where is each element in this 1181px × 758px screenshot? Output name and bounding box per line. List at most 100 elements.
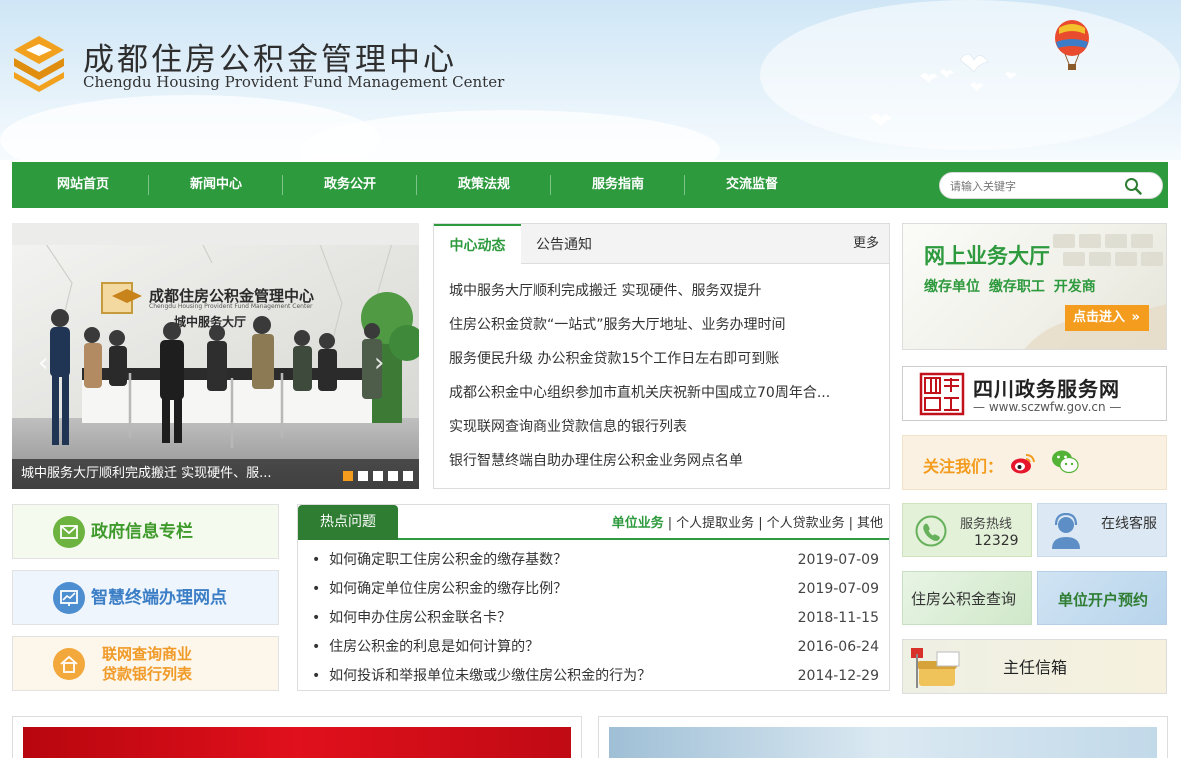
nav-home[interactable]: 网站首页 [16,162,150,208]
slider-dot[interactable] [343,471,353,481]
slider-dot[interactable] [358,471,368,481]
bank-loan-query-line1: 联网查询商业 [102,645,193,663]
news-item[interactable]: 住房公积金贷款“一站式”服务大厅地址、业务办理时间 [449,314,869,348]
house-icon [53,648,85,680]
hot-questions-panel: 热点问题 单位业务 | 个人提取业务 | 个人贷款业务 | 其他 • 如何确定职工住房公积金… [297,504,890,691]
sichuan-gov-title: 四川政务服务网 [973,377,1120,401]
weibo-icon[interactable] [1010,451,1036,475]
category-personal-withdrawal[interactable]: 个人提取业务 [676,516,754,531]
bottom-left-banner[interactable] [12,716,582,758]
business-hall-categories: 缴存单位 缴存职工 开发商 [924,276,1096,296]
hot-air-balloon-icon [1055,20,1089,70]
birds-decoration [870,53,1017,126]
question-title: 如何申办住房公积金联名卡？ [329,610,512,626]
site-subtitle: Chengdu Housing Provident Fund Managemen… [83,73,505,91]
site-header: 成都住房公积金管理中心 Chengdu Housing Provident Fu… [0,0,1181,160]
nav-policies[interactable]: 政策法规 [417,162,551,208]
slider-people-illustration [50,309,382,448]
news-more-link[interactable]: 更多 [853,224,879,264]
slider-dot[interactable] [373,471,383,481]
bottom-right-banner[interactable] [598,716,1168,758]
nav-communication[interactable]: 交流监督 [685,162,819,208]
hot-categories: 单位业务 | 个人提取业务 | 个人贷款业务 | 其他 [612,505,883,542]
smart-terminal-button[interactable]: 智慧终端办理网点 [12,570,279,625]
nav-service-guide[interactable]: 服务指南 [551,162,685,208]
news-item[interactable]: 服务便民升级 办公积金贷款15个工作日左右即可到账 [449,348,869,382]
phone-icon [915,515,947,547]
question-text: • 住房公积金的利息是如何计算的？ [312,633,539,662]
director-mailbox[interactable]: 主任信箱 [902,639,1167,694]
category-other[interactable]: 其他 [857,516,883,531]
question-text: • 如何申办住房公积金联名卡？ [312,604,511,633]
tab-hot-questions[interactable]: 热点问题 [298,505,398,540]
bullet-icon: • [312,639,330,655]
question-date: 2019-07-09 [797,552,879,568]
follow-us-bar: 关注我们： [902,435,1167,490]
online-business-hall-banner[interactable]: 网上业务大厅 缴存单位 缴存职工 开发商 点击进入 » [902,223,1167,350]
sichuan-gov-url: — www.sczwfw.gov.cn — [973,400,1122,414]
hot-questions-list: • 如何确定职工住房公积金的缴存基数？ 2019-07-09 • 如何确定单位住… [312,546,882,691]
slider-dot[interactable] [388,471,398,481]
question-date: 2018-11-15 [797,610,879,626]
hotline-label: 服务热线 [960,517,1013,532]
news-list: 城中服务大厅顺利完成搬迁 实现硬件、服务双提升 住房公积金贷款“一站式”服务大厅… [449,280,869,484]
monitor-chart-icon [53,582,85,614]
search-box [939,172,1163,199]
hot-question-row[interactable]: • 如何确定单位住房公积金的缴存比例？ 2019-07-09 [312,575,882,604]
search-input[interactable] [950,177,1110,195]
slider-dots [343,471,413,481]
main-nav: 网站首页 新闻中心 政务公开 政策法规 服务指南 交流监督 [12,162,1168,208]
enter-button[interactable]: 点击进入 » [1065,305,1149,331]
tab-center-news[interactable]: 中心动态 [434,224,521,265]
hot-question-row[interactable]: • 如何投诉和举报单位未缴或少缴住房公积金的行为？ 2014-12-29 [312,662,882,691]
news-item[interactable]: 成都公积金中心组织参加市直机关庆祝新中国成立70周年合... [449,382,869,416]
category-depositing-employee[interactable]: 缴存职工 [989,279,1045,295]
news-slider[interactable]: 成都住房公积金管理中心 Chengdu Housing Provident Fu… [12,223,419,489]
bank-loan-query-label: 联网查询商业 贷款银行列表 [102,644,192,684]
category-personal-loan[interactable]: 个人贷款业务 [767,516,845,531]
service-hotline[interactable]: 服务热线 12329 [902,503,1032,557]
unit-account-appointment[interactable]: 单位开户预约 [1037,571,1167,625]
news-item[interactable]: 城中服务大厅顺利完成搬迁 实现硬件、服务双提升 [449,280,869,314]
slider-dot[interactable] [403,471,413,481]
online-customer-service[interactable]: 在线客服 [1037,503,1167,557]
category-depositing-unit[interactable]: 缴存单位 [924,279,980,295]
hot-question-row[interactable]: • 如何确定职工住房公积金的缴存基数？ 2019-07-09 [312,546,882,575]
hot-question-row[interactable]: • 住房公积金的利息是如何计算的？ 2016-06-24 [312,633,882,662]
gov-info-column-button[interactable]: 政府信息专栏 [12,504,279,559]
cloud-decoration [300,110,720,160]
search-icon[interactable] [1124,177,1142,195]
bank-loan-query-line2: 贷款银行列表 [102,665,193,683]
hot-question-row[interactable]: • 如何申办住房公积金联名卡？ 2018-11-15 [312,604,882,633]
bullet-icon: • [312,581,330,597]
news-item[interactable]: 实现联网查询商业贷款信息的银行列表 [449,416,869,450]
sichuan-gov-service-link[interactable]: 四川政务服务网 — www.sczwfw.gov.cn — [902,366,1167,421]
business-hall-title: 网上业务大厅 [924,244,1050,268]
housing-fund-query[interactable]: 住房公积金查询 [902,571,1032,625]
bank-loan-query-button[interactable]: 联网查询商业 贷款银行列表 [12,636,279,691]
housing-fund-logo-icon[interactable] [12,34,66,92]
bullet-icon: • [312,610,330,626]
category-developer[interactable]: 开发商 [1054,279,1096,295]
tab-announcements[interactable]: 公告通知 [536,224,592,265]
bullet-icon: • [312,552,330,568]
smart-terminal-label: 智慧终端办理网点 [91,588,227,608]
nav-news[interactable]: 新闻中心 [149,162,283,208]
question-text: • 如何投诉和举报单位未缴或少缴住房公积金的行为？ [312,662,651,691]
hot-questions-header: 热点问题 单位业务 | 个人提取业务 | 个人贷款业务 | 其他 [298,505,889,540]
slider-prev-arrow[interactable]: ‹ [38,348,48,378]
hotline-number: 12329 [974,533,1019,549]
news-item[interactable]: 银行智慧终端自助办理住房公积金业务网点名单 [449,450,869,484]
question-title: 如何确定职工住房公积金的缴存基数？ [329,552,568,568]
category-divider: | [848,516,853,531]
question-text: • 如何确定职工住房公积金的缴存基数？ [312,546,567,575]
question-date: 2019-07-09 [797,581,879,597]
enter-button-label: 点击进入 [1073,310,1126,325]
category-divider: | [758,516,763,531]
category-unit-business[interactable]: 单位业务 [612,516,664,531]
red-banner-image [23,727,571,758]
category-divider: | [667,516,673,531]
wechat-icon[interactable] [1051,449,1079,475]
slider-next-arrow[interactable]: › [374,348,384,378]
nav-government-affairs[interactable]: 政务公开 [283,162,417,208]
